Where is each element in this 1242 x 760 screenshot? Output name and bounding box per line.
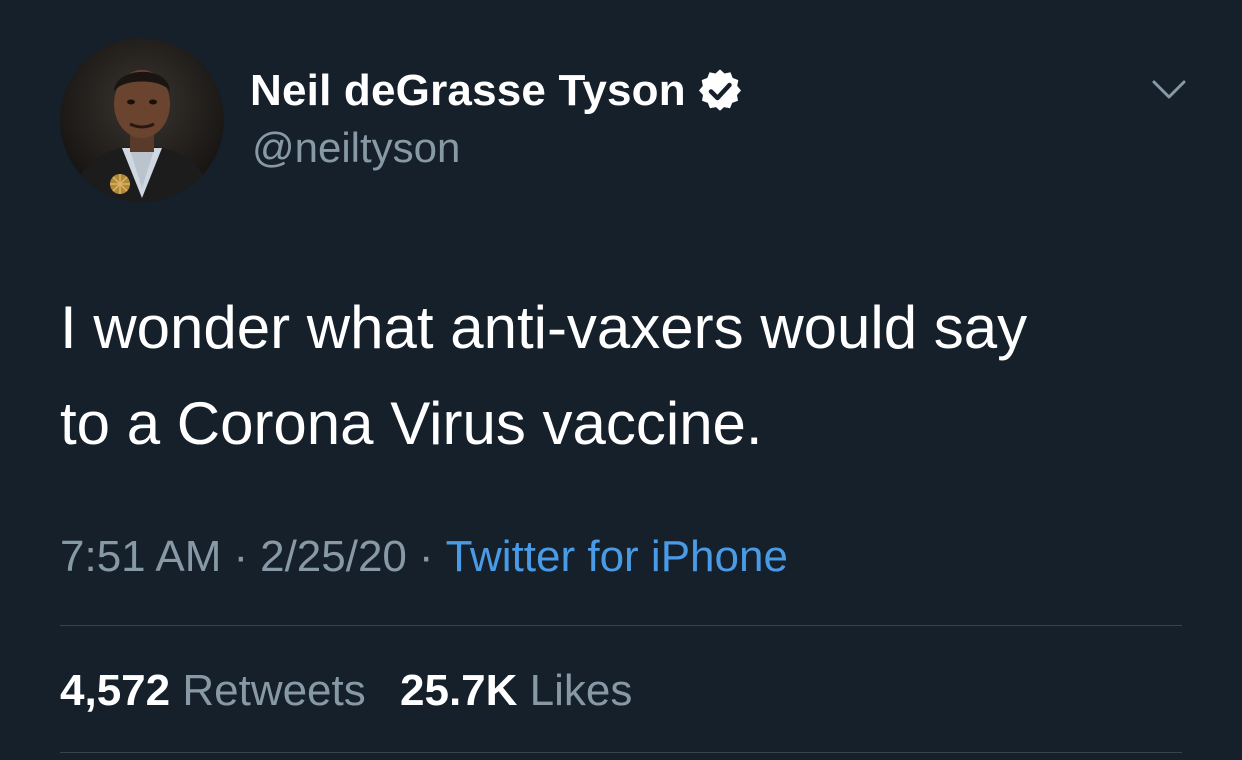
author-name-row[interactable]: Neil deGrasse Tyson	[250, 64, 742, 118]
retweets-label: Retweets	[182, 666, 366, 715]
tweet-text-line: I wonder what anti-vaxers would say	[60, 294, 1028, 361]
tweet-date[interactable]: 2/25/20	[260, 532, 407, 581]
chevron-down-icon[interactable]	[1150, 76, 1188, 104]
separator-dot: ·	[233, 532, 249, 581]
tweet-text-line: to a Corona Virus vaccine.	[60, 390, 763, 457]
tweet-detail: Neil deGrasse Tyson @neiltyson I wonder …	[0, 0, 1242, 760]
retweets-stat[interactable]: 4,572 Retweets	[60, 666, 378, 715]
likes-stat[interactable]: 25.7K Likes	[400, 666, 632, 715]
divider	[60, 752, 1182, 753]
tweet-source-link[interactable]: Twitter for iPhone	[446, 532, 788, 581]
verified-badge-icon	[698, 69, 742, 113]
author-handle[interactable]: @neiltyson	[252, 124, 460, 172]
avatar-image	[60, 38, 224, 202]
tweet-text: I wonder what anti-vaxers would say to a…	[60, 280, 1180, 472]
tweet-metadata: 7:51 AM · 2/25/20 · Twitter for iPhone	[60, 528, 788, 586]
tweet-time[interactable]: 7:51 AM	[60, 532, 221, 581]
likes-count: 25.7K	[400, 666, 518, 715]
separator-dot: ·	[418, 532, 434, 581]
author-display-name[interactable]: Neil deGrasse Tyson	[250, 66, 686, 116]
tweet-stats: 4,572 Retweets 25.7K Likes	[60, 662, 654, 720]
likes-label: Likes	[529, 666, 633, 715]
divider	[60, 625, 1182, 626]
author-avatar[interactable]	[60, 38, 224, 202]
retweets-count: 4,572	[60, 666, 171, 715]
